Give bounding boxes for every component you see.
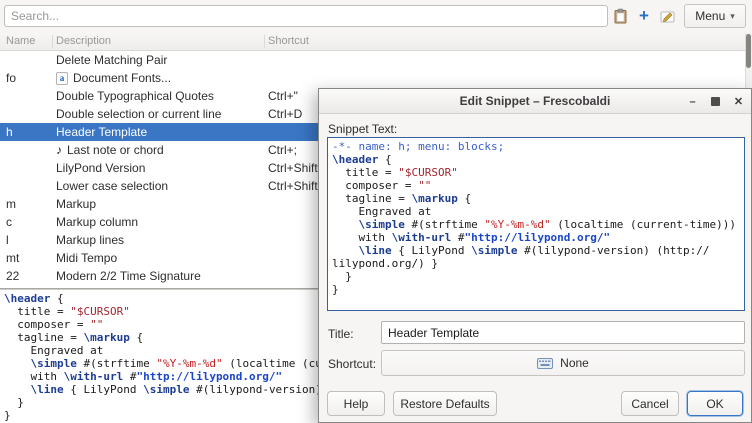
cell-name: fo	[6, 69, 16, 87]
description-text: LilyPond Version	[56, 159, 145, 177]
code-line: -*- name: h; menu: blocks;	[332, 140, 740, 153]
cell-description: Markup	[56, 195, 96, 213]
cell-description: Modern 2/2 Time Signature	[56, 267, 201, 285]
close-icon: ✕	[734, 95, 743, 108]
code-line: \simple #(strftime "%Y-%m-%d" (localtime…	[332, 218, 740, 231]
dialog-titlebar[interactable]: Edit Snippet – Frescobaldi – ✕	[319, 89, 751, 114]
column-header-name[interactable]: Name	[6, 35, 35, 47]
edit-snippet-button[interactable]	[657, 6, 677, 26]
cell-name: mt	[6, 249, 19, 267]
cell-description: Double Typographical Quotes	[56, 87, 214, 105]
code-line: title = "$CURSOR"	[332, 166, 740, 179]
dialog-title: Edit Snippet – Frescobaldi	[460, 94, 611, 108]
code-line: composer = ""	[332, 179, 740, 192]
cancel-button[interactable]: Cancel	[621, 391, 679, 416]
cell-shortcut: Ctrl+;	[268, 141, 297, 159]
code-line: with \with-url #"http://lilypond.org/"	[332, 231, 740, 244]
column-divider	[52, 35, 53, 48]
shortcut-value: None	[560, 356, 589, 370]
description-text: Markup column	[56, 213, 138, 231]
cell-shortcut: Ctrl+Shift	[268, 159, 318, 177]
description-text: Double Typographical Quotes	[56, 87, 214, 105]
snippet-text-label: Snippet Text:	[328, 122, 397, 136]
title-label: Title:	[328, 327, 354, 341]
minimize-icon: –	[689, 96, 695, 108]
cell-description: a Document Fonts...	[56, 69, 171, 87]
cell-description: Midi Tempo	[56, 249, 117, 267]
description-text: Midi Tempo	[56, 249, 117, 267]
cell-shortcut: Ctrl+D	[268, 105, 302, 123]
cell-description: ♪ Last note or chord	[56, 141, 164, 159]
clipboard-icon	[613, 8, 628, 24]
window-controls: – ✕	[685, 89, 746, 114]
menu-button-label: Menu	[695, 9, 725, 23]
cell-description: Header Template	[56, 123, 147, 141]
code-line: }	[332, 283, 740, 296]
cell-name: l	[6, 231, 9, 249]
description-text: Document Fonts...	[73, 69, 171, 87]
code-line: \header {	[332, 153, 740, 166]
table-header: Name Description Shortcut	[0, 33, 745, 51]
column-divider	[264, 35, 265, 48]
cell-description: Lower case selection	[56, 177, 168, 195]
cell-name: c	[6, 213, 12, 231]
cell-description: Markup column	[56, 213, 138, 231]
minimize-button[interactable]: –	[685, 94, 700, 109]
paste-snippet-button[interactable]	[610, 6, 630, 26]
snippet-toolbar: + Menu ▾	[0, 0, 752, 33]
cell-name: h	[6, 123, 13, 141]
description-text: Last note or chord	[67, 141, 164, 159]
maximize-button[interactable]	[708, 94, 723, 109]
ok-button[interactable]: OK	[687, 391, 743, 416]
code-line: \line { LilyPond \simple #(lilypond-vers…	[332, 244, 740, 257]
pencil-icon	[660, 9, 675, 24]
description-text: Markup	[56, 195, 96, 213]
cell-name: m	[6, 195, 16, 213]
title-field[interactable]	[381, 321, 745, 344]
restore-defaults-button[interactable]: Restore Defaults	[393, 391, 497, 416]
keyboard-icon	[537, 358, 553, 369]
description-text: Delete Matching Pair	[56, 51, 167, 69]
close-button[interactable]: ✕	[731, 94, 746, 109]
column-header-shortcut[interactable]: Shortcut	[268, 35, 309, 47]
fonts-icon: a	[56, 72, 68, 85]
chevron-down-icon: ▾	[730, 11, 735, 22]
scrollbar-thumb[interactable]	[746, 34, 751, 68]
note-icon: ♪	[56, 141, 62, 159]
description-text: Lower case selection	[56, 177, 168, 195]
cell-description: LilyPond Version	[56, 159, 145, 177]
code-line: }	[332, 270, 740, 283]
cell-shortcut: Ctrl+"	[268, 87, 298, 105]
cell-name: 22	[6, 267, 19, 285]
search-input[interactable]	[4, 5, 608, 27]
help-button[interactable]: Help	[327, 391, 385, 416]
maximize-icon	[711, 97, 720, 106]
description-text: Modern 2/2 Time Signature	[56, 267, 201, 285]
code-line: lilypond.org/) }	[332, 257, 740, 270]
table-row[interactable]: Delete Matching Pair	[0, 51, 745, 69]
cell-description: Delete Matching Pair	[56, 51, 167, 69]
cell-shortcut: Ctrl+Shift	[268, 177, 318, 195]
description-text: Header Template	[56, 123, 147, 141]
menu-button[interactable]: Menu ▾	[684, 4, 746, 28]
cell-description: Markup lines	[56, 231, 124, 249]
plus-icon: +	[639, 7, 649, 25]
table-row[interactable]: fo a Document Fonts...	[0, 69, 745, 87]
add-snippet-button[interactable]: +	[634, 6, 654, 26]
snippet-code: -*- name: h; menu: blocks;\header { titl…	[332, 140, 740, 296]
column-header-description[interactable]: Description	[56, 35, 111, 47]
edit-snippet-dialog: Edit Snippet – Frescobaldi – ✕ Snippet T…	[318, 88, 752, 423]
description-text: Markup lines	[56, 231, 124, 249]
code-line: Engraved at	[332, 205, 740, 218]
snippet-text-editor[interactable]: -*- name: h; menu: blocks;\header { titl…	[327, 137, 745, 311]
code-line: tagline = \markup {	[332, 192, 740, 205]
shortcut-button[interactable]: None	[381, 350, 745, 376]
description-text: Double selection or current line	[56, 105, 221, 123]
shortcut-label: Shortcut:	[328, 357, 376, 371]
cell-description: Double selection or current line	[56, 105, 221, 123]
